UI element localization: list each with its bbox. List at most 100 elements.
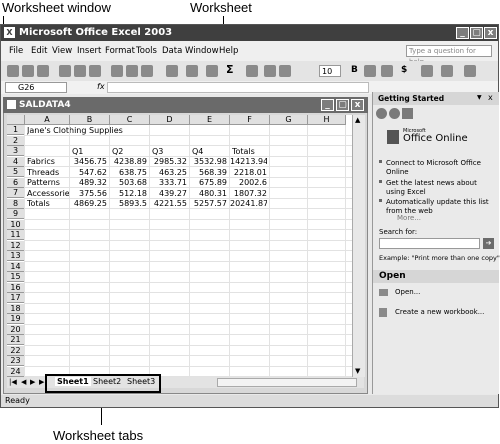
- row-header[interactable]: 19: [7, 314, 25, 324]
- menu-window[interactable]: Window: [185, 46, 219, 56]
- chart-wizard-icon[interactable]: [264, 65, 276, 77]
- select-all-corner[interactable]: [7, 115, 25, 125]
- menu-help[interactable]: Help: [219, 46, 238, 56]
- copy-icon[interactable]: [126, 65, 138, 77]
- grid-cell[interactable]: 2985.32: [150, 157, 187, 167]
- row-header[interactable]: 9: [7, 209, 25, 219]
- row-header[interactable]: 21: [7, 335, 25, 345]
- grid-cell[interactable]: Q1: [72, 147, 110, 157]
- column-header[interactable]: C: [110, 115, 150, 125]
- menu-data[interactable]: Data: [162, 46, 182, 56]
- menu-format[interactable]: Format: [105, 46, 135, 56]
- row-header[interactable]: 7: [7, 188, 25, 198]
- grid-cell[interactable]: 4221.55: [150, 199, 187, 209]
- menu-edit[interactable]: Edit: [31, 46, 47, 56]
- scroll-down-icon[interactable]: ▼: [355, 367, 360, 375]
- cut-icon[interactable]: [111, 65, 123, 77]
- row-header[interactable]: 3: [7, 146, 25, 156]
- grid-cell[interactable]: 1807.32: [230, 189, 267, 199]
- grid-cell[interactable]: 3456.75: [70, 157, 107, 167]
- column-header[interactable]: E: [190, 115, 230, 125]
- grid-cell[interactable]: 375.56: [70, 189, 107, 199]
- row-header[interactable]: 6: [7, 177, 25, 188]
- grid-cell[interactable]: Patterns: [27, 178, 70, 188]
- app-minimize-button[interactable]: _: [456, 27, 469, 39]
- grid-cell[interactable]: 333.71: [150, 178, 187, 188]
- align-center-icon[interactable]: [364, 65, 376, 77]
- tab-scroll-prev-icon[interactable]: ◀: [21, 378, 26, 386]
- grid-cell[interactable]: Accessorie: [27, 189, 70, 199]
- grid-cell[interactable]: 638.75: [110, 168, 147, 178]
- grid-cell[interactable]: 3532.98: [190, 157, 227, 167]
- worksheet-grid[interactable]: A B C D E F G H 1 Jane's Clothing Supplies 2 3 Q1 Q2 Q…: [7, 115, 352, 377]
- column-header[interactable]: D: [150, 115, 190, 125]
- grid-cell[interactable]: 14213.94: [230, 157, 267, 167]
- grid-cell[interactable]: 568.39: [190, 168, 227, 178]
- row-header[interactable]: 20: [7, 324, 25, 335]
- name-box[interactable]: G26: [5, 82, 67, 93]
- grid-cell[interactable]: 480.31: [190, 189, 227, 199]
- grid-cell[interactable]: Q4: [192, 147, 230, 157]
- row-header[interactable]: 14: [7, 261, 25, 272]
- bold-button[interactable]: B: [351, 65, 358, 75]
- column-header[interactable]: F: [230, 115, 270, 125]
- grid-cell[interactable]: 489.32: [70, 178, 107, 188]
- grid-cell[interactable]: 439.27: [150, 189, 187, 199]
- currency-button[interactable]: $: [401, 65, 407, 75]
- grid-cell[interactable]: Threads: [27, 168, 70, 178]
- help-question-input[interactable]: Type a question for help: [406, 45, 492, 66]
- app-close-button[interactable]: x: [484, 27, 497, 39]
- row-header[interactable]: 12: [7, 240, 25, 251]
- grid-cell[interactable]: 503.68: [110, 178, 147, 188]
- row-header[interactable]: 5: [7, 167, 25, 177]
- fill-color-icon[interactable]: [441, 65, 453, 77]
- row-header[interactable]: 1: [7, 125, 25, 135]
- row-header[interactable]: 13: [7, 251, 25, 261]
- menu-tools[interactable]: Tools: [136, 46, 157, 56]
- task-pane-close-button[interactable]: x: [488, 93, 493, 102]
- back-icon[interactable]: [376, 108, 387, 119]
- undo-icon[interactable]: [166, 65, 178, 77]
- forward-icon[interactable]: [389, 108, 400, 119]
- tab-scroll-next-icon[interactable]: ▶: [30, 378, 35, 386]
- workbook-close-button[interactable]: x: [351, 99, 364, 111]
- print-icon[interactable]: [59, 65, 71, 77]
- borders-icon[interactable]: [421, 65, 433, 77]
- column-header[interactable]: B: [70, 115, 110, 125]
- row-header[interactable]: 16: [7, 282, 25, 293]
- row-header[interactable]: 18: [7, 303, 25, 314]
- row-header[interactable]: 23: [7, 356, 25, 366]
- grid-cell[interactable]: 20241.87: [230, 199, 267, 209]
- merge-center-icon[interactable]: [381, 65, 393, 77]
- grid-cell[interactable]: 5257.57: [190, 199, 227, 209]
- row-header[interactable]: 17: [7, 293, 25, 303]
- row-header[interactable]: 22: [7, 345, 25, 356]
- workbook-maximize-button[interactable]: ▢: [336, 99, 349, 111]
- grid-cell[interactable]: 463.25: [150, 168, 187, 178]
- formula-input[interactable]: [107, 82, 369, 93]
- grid-cell[interactable]: Fabrics: [27, 157, 70, 167]
- column-header[interactable]: H: [308, 115, 346, 125]
- print-preview-icon[interactable]: [74, 65, 86, 77]
- row-header[interactable]: 15: [7, 272, 25, 282]
- scroll-up-icon[interactable]: ▲: [355, 116, 360, 124]
- menu-insert[interactable]: Insert: [77, 46, 101, 56]
- column-header[interactable]: G: [270, 115, 308, 125]
- new-workbook-link[interactable]: Create a new workbook...: [395, 308, 484, 316]
- row-header[interactable]: 4: [7, 156, 25, 167]
- row-header[interactable]: 8: [7, 198, 25, 209]
- grid-cell[interactable]: Totals: [232, 147, 270, 157]
- save-icon[interactable]: [37, 65, 49, 77]
- grid-cell[interactable]: 2002.6: [230, 178, 267, 188]
- open-link[interactable]: Open...: [395, 288, 420, 296]
- row-header[interactable]: 24: [7, 366, 25, 377]
- home-icon[interactable]: [402, 108, 413, 119]
- search-go-icon[interactable]: ➔: [483, 238, 494, 249]
- row-header[interactable]: 11: [7, 230, 25, 240]
- task-pane-dropdown-icon[interactable]: ▼: [477, 94, 482, 101]
- menu-view[interactable]: View: [52, 46, 72, 56]
- search-input[interactable]: [379, 238, 480, 249]
- grid-cell[interactable]: 4238.89: [110, 157, 147, 167]
- grid-cell[interactable]: 547.62: [70, 168, 107, 178]
- office-online-logo[interactable]: Microsoft Office Online: [387, 128, 487, 154]
